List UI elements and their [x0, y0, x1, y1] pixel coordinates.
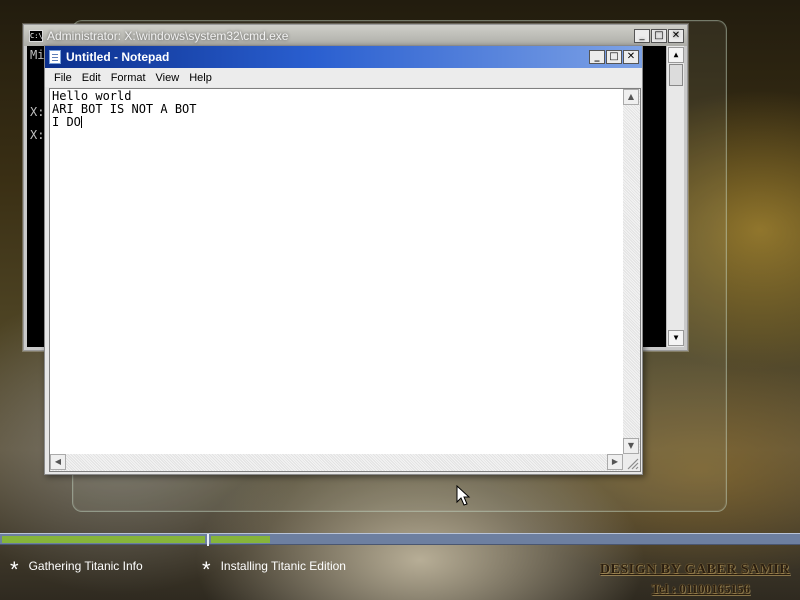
cmd-scroll-down-arrow-icon[interactable]: ▼ — [668, 330, 684, 346]
cmd-scroll-thumb[interactable] — [669, 64, 683, 86]
cmd-minimize-button[interactable]: _ — [634, 28, 650, 43]
notepad-close-button[interactable]: ✕ — [623, 50, 639, 64]
cmd-line: Mi — [30, 48, 45, 62]
notepad-minimize-button[interactable]: _ — [589, 50, 605, 64]
bullet-star-icon: * — [10, 557, 19, 582]
status-label: Gathering Titanic Info — [28, 559, 143, 573]
cmd-vertical-scrollbar[interactable]: ▲ ▼ — [666, 46, 684, 347]
credit-designer: DESIGN BY GABER SAMIR — [599, 562, 790, 577]
notepad-window[interactable]: Untitled - Notepad _ □ ✕ File Edit Forma… — [44, 45, 643, 475]
text-caret — [80, 116, 82, 128]
progress-segment-installing — [211, 536, 270, 543]
notepad-text-area[interactable]: Hello world ARI BOT IS NOT A BOT I DO ▲ … — [49, 88, 641, 472]
notepad-text: Hello world ARI BOT IS NOT A BOT I DO — [52, 90, 622, 129]
bullet-star-icon: * — [202, 557, 211, 582]
notepad-icon — [49, 50, 61, 64]
notepad-titlebar[interactable]: Untitled - Notepad _ □ ✕ — [45, 46, 642, 68]
menu-edit[interactable]: Edit — [77, 72, 106, 84]
notepad-vertical-scrollbar[interactable]: ▲ ▼ — [623, 89, 640, 454]
resize-grip-icon[interactable] — [623, 454, 640, 471]
cmd-line: X: — [30, 128, 45, 142]
status-step-gathering: * Gathering Titanic Info — [10, 557, 143, 582]
cmd-maximize-button[interactable]: □ — [651, 28, 667, 43]
credit-phone: Tel : 01100165156 — [651, 581, 750, 596]
cmd-title: Administrator: X:\windows\system32\cmd.e… — [47, 28, 289, 43]
text-line-with-caret: I DO — [52, 116, 622, 129]
cmd-line: X: — [30, 105, 45, 119]
status-step-installing: * Installing Titanic Edition — [202, 557, 346, 582]
scroll-up-arrow-icon[interactable]: ▲ — [623, 89, 639, 105]
setup-progress-bar — [0, 533, 800, 546]
progress-divider — [207, 534, 209, 546]
notepad-title: Untitled - Notepad — [66, 50, 170, 64]
scroll-right-arrow-icon[interactable]: ▶ — [607, 454, 623, 470]
cmd-icon: C:\ — [29, 29, 43, 42]
mouse-cursor-icon — [456, 485, 471, 506]
menu-format[interactable]: Format — [106, 72, 151, 84]
scroll-left-arrow-icon[interactable]: ◀ — [50, 454, 66, 470]
cmd-scroll-up-arrow-icon[interactable]: ▲ — [668, 47, 684, 63]
status-label: Installing Titanic Edition — [220, 559, 346, 573]
progress-segment-gathering — [2, 536, 205, 543]
cmd-titlebar[interactable]: C:\ Administrator: X:\windows\system32\c… — [24, 25, 687, 46]
menu-file[interactable]: File — [49, 72, 77, 84]
text-line: ARI BOT IS NOT A BOT — [52, 102, 197, 116]
notepad-maximize-button[interactable]: □ — [606, 50, 622, 64]
notepad-window-buttons: _ □ ✕ — [589, 50, 642, 64]
cmd-close-button[interactable]: ✕ — [668, 28, 684, 43]
text-line: I DO — [52, 115, 81, 129]
cmd-window-buttons: _ □ ✕ — [634, 28, 687, 43]
scroll-down-arrow-icon[interactable]: ▼ — [623, 438, 639, 454]
menu-help[interactable]: Help — [184, 72, 217, 84]
notepad-horizontal-scrollbar[interactable]: ◀ ▶ — [50, 454, 623, 471]
menu-view[interactable]: View — [151, 72, 185, 84]
notepad-menubar: File Edit Format View Help — [45, 68, 642, 87]
designer-credit: DESIGN BY GABER SAMIR Tel : 01100165156 — [600, 562, 790, 597]
